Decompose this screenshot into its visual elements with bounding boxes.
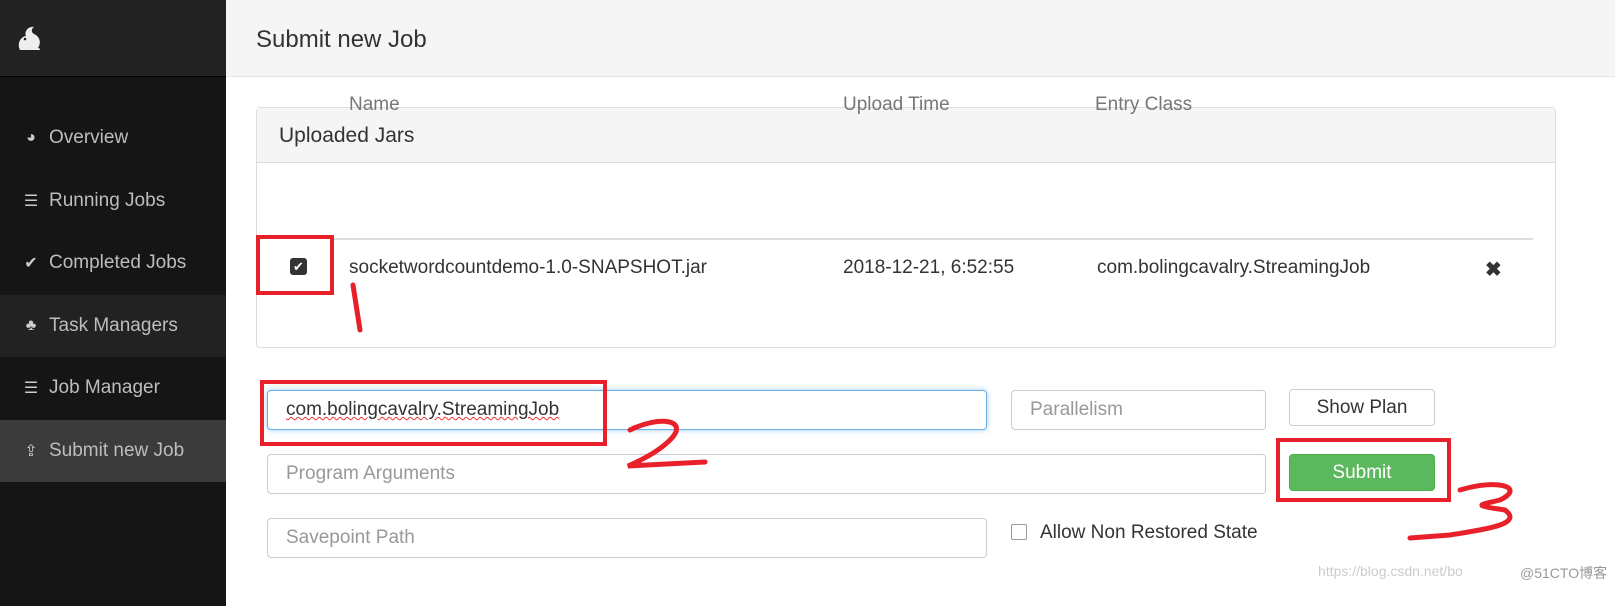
handwritten-annotations <box>350 282 1513 541</box>
annotation-3 <box>1407 482 1513 541</box>
watermark-url: https://blog.csdn.net/bo <box>1318 563 1463 579</box>
watermark-site: @51CTO博客 <box>1520 565 1608 581</box>
annotation-1 <box>350 282 363 333</box>
annotation-2 <box>626 418 708 469</box>
